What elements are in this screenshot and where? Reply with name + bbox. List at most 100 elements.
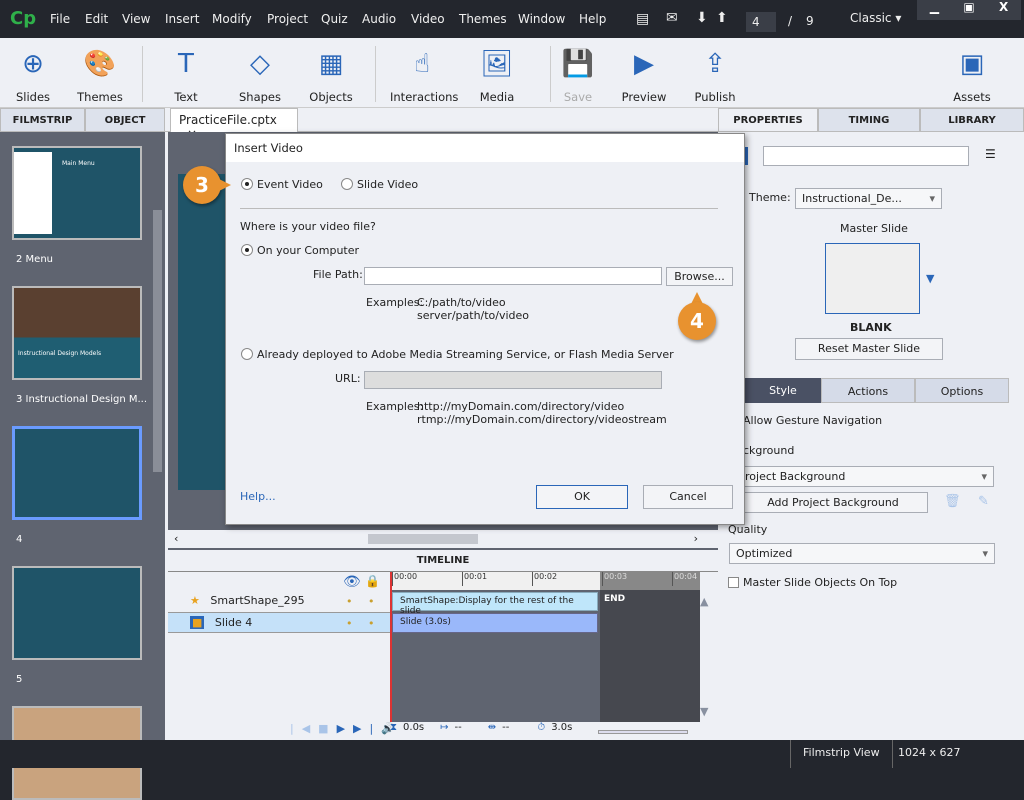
deployed-radio[interactable]: Already deployed to Adobe Media Streamin… xyxy=(241,348,674,361)
ok-button[interactable]: OK xyxy=(536,485,628,509)
slide-number-input[interactable]: 4 xyxy=(746,12,776,32)
maximize-button[interactable]: ▣ xyxy=(952,0,987,20)
toolbar-media-button[interactable]: 🖼 Media xyxy=(465,44,529,104)
visibility-dot[interactable]: • xyxy=(346,595,353,608)
cancel-button[interactable]: Cancel xyxy=(643,485,733,509)
tab-library[interactable]: LIBRARY xyxy=(920,108,1024,132)
tab-timing[interactable]: TIMING xyxy=(818,108,920,132)
filmstrip-scrollbar[interactable] xyxy=(153,210,162,472)
assets-icon: ▣ xyxy=(959,49,985,79)
menu-quiz[interactable]: Quiz xyxy=(321,12,348,26)
pencil-icon[interactable]: ✎ xyxy=(978,494,989,509)
on-computer-radio[interactable]: On your Computer xyxy=(241,244,359,257)
lock-dot[interactable]: • xyxy=(368,617,375,630)
scroll-down-icon[interactable]: ▼ xyxy=(700,705,708,718)
toolbar-publish-button[interactable]: ⇪ Publish xyxy=(683,44,747,104)
zoom-slider[interactable] xyxy=(598,730,688,734)
menu-edit[interactable]: Edit xyxy=(85,12,108,26)
reset-master-slide-button[interactable]: Reset Master Slide xyxy=(795,338,943,360)
menu-video[interactable]: Video xyxy=(411,12,445,26)
master-dropdown-icon[interactable]: ▼ xyxy=(926,272,934,285)
tab-actions[interactable]: Actions xyxy=(821,378,915,403)
menu-project[interactable]: Project xyxy=(267,12,308,26)
duration-icon: ⇹ xyxy=(487,722,497,733)
timeline-row[interactable]: ■ Slide 4 • • xyxy=(168,612,390,633)
slide-thumbnail-4[interactable] xyxy=(12,426,142,520)
horizontal-scrollbar[interactable]: ‹ › xyxy=(168,530,718,548)
toolbar-slides-button[interactable]: ⊕ Slides xyxy=(1,44,65,104)
mail-icon[interactable]: ✉ xyxy=(666,10,678,26)
master-on-top-checkbox[interactable]: Master Slide Objects On Top xyxy=(728,576,897,589)
menu-audio[interactable]: Audio xyxy=(362,12,396,26)
visibility-dot[interactable]: • xyxy=(346,617,353,630)
browse-button[interactable]: Browse... xyxy=(666,267,733,286)
menu-file[interactable]: File xyxy=(50,12,70,26)
toolbar-save-button[interactable]: 💾 Save xyxy=(546,44,610,104)
menu-window[interactable]: Window xyxy=(518,12,565,26)
toolbar-text-button[interactable]: T Text xyxy=(154,44,218,104)
timeline-bar-slide[interactable]: Slide (3.0s) xyxy=(392,613,598,633)
minimize-button[interactable]: ▁ xyxy=(917,0,952,20)
toolbar-assets-button[interactable]: ▣ Assets xyxy=(940,44,1004,104)
properties-panel: ☰ Theme: Instructional_De... ▾ Master Sli… xyxy=(718,132,1024,740)
url-example-1: http://myDomain.com/directory/video xyxy=(417,400,625,413)
file-path-input[interactable] xyxy=(364,267,662,285)
slide-video-radio[interactable]: Slide Video xyxy=(341,178,418,191)
background-dropdown[interactable]: roject Background ▾ xyxy=(738,466,994,487)
menu-themes[interactable]: Themes xyxy=(459,12,507,26)
workspace-dropdown[interactable]: Classic ▾ xyxy=(850,11,901,25)
theme-dropdown[interactable]: Instructional_De... ▾ xyxy=(795,188,942,209)
tab-document[interactable]: PracticeFile.cptx × xyxy=(170,108,298,141)
slide-label: 5 xyxy=(16,674,23,685)
scroll-right-icon[interactable]: › xyxy=(694,532,698,545)
menu-insert[interactable]: Insert xyxy=(165,12,199,26)
master-slide-thumbnail[interactable] xyxy=(825,243,920,314)
deployed-label: Already deployed to Adobe Media Streamin… xyxy=(257,348,674,361)
time-ruler[interactable] xyxy=(390,572,600,590)
comment-icon[interactable]: ▤ xyxy=(636,11,649,27)
slide-thumbnail-2[interactable]: Main Menu xyxy=(12,146,142,240)
lock-dot[interactable]: • xyxy=(368,595,375,608)
scroll-up-icon[interactable]: ▲ xyxy=(700,595,708,608)
arrow-up-icon[interactable]: ⬆ xyxy=(716,10,728,26)
status-bar: Filmstrip View 1024 x 627 xyxy=(0,740,1024,768)
visibility-eye-icon[interactable]: 👁 xyxy=(343,574,361,590)
tab-options[interactable]: Options xyxy=(915,378,1009,403)
add-project-background-button[interactable]: Add Project Background xyxy=(738,492,928,513)
toolbar-separator xyxy=(550,46,551,102)
stop-icon[interactable]: ■ xyxy=(318,722,336,735)
scroll-left-icon[interactable]: ‹ xyxy=(174,532,178,545)
thumb-title: Instructional Design Models xyxy=(18,350,102,357)
panel-menu-icon[interactable]: ☰ xyxy=(985,147,996,161)
url-input[interactable] xyxy=(364,371,662,389)
timeline-row[interactable]: ★ SmartShape_295 • • xyxy=(168,591,390,612)
object-name-input[interactable] xyxy=(763,146,969,166)
play-icon[interactable]: ▶ xyxy=(337,722,353,735)
slide-thumbnail-3[interactable]: Instructional Design Models xyxy=(12,286,142,380)
rewind-icon[interactable]: |◀ xyxy=(290,722,318,735)
help-link[interactable]: Help... xyxy=(240,490,276,503)
gesture-navigation-checkbox[interactable]: Allow Gesture Navigation xyxy=(743,414,882,427)
quality-dropdown[interactable]: Optimized ▾ xyxy=(729,543,995,564)
timeline-bar-smartshape[interactable]: SmartShape:Display for the rest of the s… xyxy=(392,592,598,616)
tab-properties[interactable]: PROPERTIES xyxy=(718,108,818,132)
toolbar-preview-button[interactable]: ▶ Preview xyxy=(612,44,676,104)
toolbar-label: Shapes xyxy=(238,90,281,104)
lock-icon[interactable]: 🔒 xyxy=(365,574,380,588)
event-video-radio[interactable]: Event Video xyxy=(241,178,323,191)
menu-view[interactable]: View xyxy=(122,12,150,26)
menu-modify[interactable]: Modify xyxy=(212,12,252,26)
menu-help[interactable]: Help xyxy=(579,12,606,26)
next-icon[interactable]: ▶| xyxy=(353,722,381,735)
tab-filmstrip[interactable]: FILMSTRIP xyxy=(0,108,85,132)
close-button[interactable]: X xyxy=(986,0,1021,20)
toolbar-objects-button[interactable]: ▦ Objects xyxy=(299,44,363,104)
toolbar-interactions-button[interactable]: ☝ Interactions xyxy=(390,44,458,104)
arrow-down-icon[interactable]: ⬇ xyxy=(696,10,708,26)
toolbar-themes-button[interactable]: 🎨 Themes xyxy=(68,44,132,104)
slide-thumbnail-5[interactable] xyxy=(12,566,142,660)
toolbar-shapes-button[interactable]: ◇ Shapes xyxy=(228,44,292,104)
trash-icon[interactable]: 🗑 xyxy=(944,494,961,509)
tab-style[interactable]: Style xyxy=(745,378,821,403)
tab-object-state[interactable]: OBJECT STATE xyxy=(85,108,165,150)
